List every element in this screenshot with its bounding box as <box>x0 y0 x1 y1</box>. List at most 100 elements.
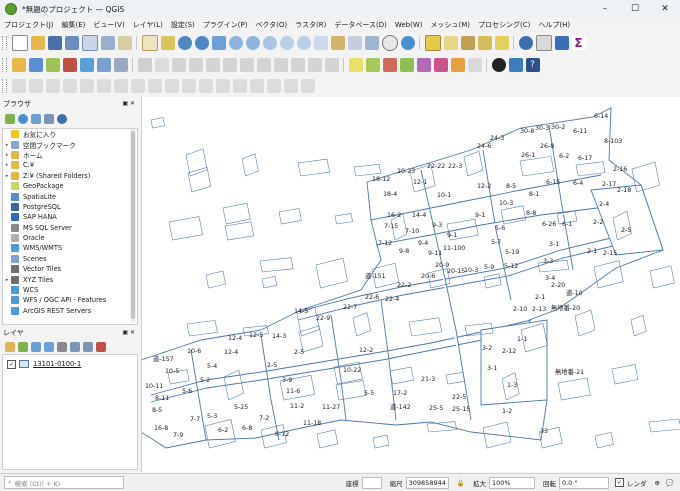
label-tool-icon[interactable] <box>348 58 363 72</box>
browser-item[interactable]: ▸ C:¥ <box>3 160 137 170</box>
label-show-hide-icon[interactable] <box>399 58 414 72</box>
add-feature-icon[interactable] <box>171 58 186 72</box>
move-feature-icon[interactable] <box>222 58 237 72</box>
info-icon[interactable] <box>56 114 67 124</box>
add-vector-icon[interactable] <box>45 58 60 72</box>
zoom-layer-icon[interactable] <box>245 36 260 50</box>
map-canvas[interactable]: 6-14 8-103 30-8 30-3 30-2 6-17 6-11 24-3 24-6 26-… <box>140 97 680 472</box>
zoom-selection-icon[interactable] <box>228 36 243 50</box>
menu-edit[interactable]: 編集(E) <box>58 20 90 30</box>
label-move-icon[interactable] <box>416 58 431 72</box>
zoom-next-icon[interactable] <box>296 36 311 50</box>
add-delimited-text-icon[interactable] <box>96 58 111 72</box>
diagram-tool-icon[interactable] <box>467 58 482 72</box>
browser-item[interactable]: MS SQL Server <box>3 223 137 233</box>
refresh-icon[interactable] <box>400 36 415 50</box>
zoom-full-icon[interactable] <box>211 36 226 50</box>
digitize-icon[interactable] <box>205 58 220 72</box>
new-3d-view-icon[interactable] <box>330 36 345 50</box>
merge-attributes-icon[interactable] <box>232 79 247 93</box>
bookmark-icon[interactable] <box>347 36 362 50</box>
select-by-value-icon[interactable] <box>443 36 458 50</box>
maximize-button[interactable]: ☐ <box>620 0 650 18</box>
paste-features-icon[interactable] <box>290 58 305 72</box>
browser-item[interactable]: ArcGIS REST Servers <box>3 306 137 316</box>
save-edits-icon[interactable] <box>154 58 169 72</box>
rotate-feature-icon[interactable] <box>28 79 43 93</box>
label-pin-icon[interactable] <box>365 58 380 72</box>
trim-extend-icon[interactable] <box>283 79 298 93</box>
browser-item[interactable]: ▸ XYZ Tiles <box>3 274 137 284</box>
label-highlight-icon[interactable] <box>382 58 397 72</box>
delete-part-icon[interactable] <box>130 79 145 93</box>
advanced-digitize-icon[interactable] <box>11 79 26 93</box>
browser-item[interactable]: Vector Tiles <box>3 264 137 274</box>
rotation-field[interactable]: 0.0 ° <box>558 476 609 489</box>
zoom-last-icon[interactable] <box>279 36 294 50</box>
expand-arrow-icon[interactable]: ▸ <box>3 142 11 148</box>
expand-all-icon[interactable] <box>69 342 80 352</box>
redo-icon[interactable] <box>324 58 339 72</box>
offset-symbols-icon[interactable] <box>266 79 281 93</box>
add-raster-icon[interactable] <box>62 58 77 72</box>
menu-help[interactable]: ヘルプ(H) <box>534 20 574 30</box>
map-parcels-svg[interactable]: 6-14 8-103 30-8 30-3 30-2 6-17 6-11 24-324-6 26-… <box>140 97 680 472</box>
reverse-line-icon[interactable] <box>300 79 315 93</box>
menu-database[interactable]: データベース(D) <box>330 20 391 30</box>
zoom-in-icon[interactable] <box>177 36 192 50</box>
split-parts-icon[interactable] <box>198 79 213 93</box>
merge-features-icon[interactable] <box>215 79 230 93</box>
collapse-all-icon[interactable] <box>82 342 93 352</box>
fill-ring-icon[interactable] <box>96 79 111 93</box>
cut-features-icon[interactable] <box>256 58 271 72</box>
temporal-controller-icon[interactable] <box>381 35 398 51</box>
browser-item[interactable]: お気に入り <box>3 129 137 139</box>
python-console-icon[interactable] <box>508 58 523 72</box>
scrollbar-thumb[interactable] <box>131 131 135 319</box>
collapse-all-icon[interactable] <box>43 114 54 124</box>
rotate-symbols-icon[interactable] <box>249 79 264 93</box>
minimize-button[interactable]: – <box>590 0 620 18</box>
save-as-icon[interactable] <box>64 36 79 50</box>
add-group-icon[interactable] <box>17 342 28 352</box>
layer-row[interactable]: ✓ 13101-0100-1 <box>3 358 137 370</box>
magnifier-field[interactable]: 100% <box>488 476 535 489</box>
add-ring-icon[interactable] <box>62 79 77 93</box>
toolbar-grip[interactable] <box>2 79 7 93</box>
browser-item[interactable]: PostgreSQL <box>3 202 137 212</box>
render-checkbox[interactable]: ✓ <box>614 478 624 487</box>
add-layer-icon[interactable] <box>113 58 128 72</box>
menu-mesh[interactable]: メッシュ(M) <box>427 20 475 30</box>
layer-visibility-checkbox[interactable]: ✓ <box>7 359 16 369</box>
browser-item[interactable]: WMS/WMTS <box>3 243 137 253</box>
gps-tracking-icon[interactable] <box>491 58 506 72</box>
toggle-editing-icon[interactable] <box>137 58 152 72</box>
toolbar-grip[interactable] <box>2 58 7 72</box>
menu-vector[interactable]: ベクタ(O) <box>251 20 291 30</box>
field-calculator-icon[interactable] <box>554 36 569 50</box>
menu-web[interactable]: Web(W) <box>391 21 427 29</box>
show-bookmarks-icon[interactable] <box>364 36 379 50</box>
layer-styling-icon[interactable] <box>4 342 15 352</box>
browser-item[interactable]: GeoPackage <box>3 181 137 191</box>
delete-ring-icon[interactable] <box>113 79 128 93</box>
new-print-layout-icon[interactable] <box>81 35 98 51</box>
crs-icon[interactable]: ⊕ <box>654 479 659 487</box>
browser-item[interactable]: ▸ Z:¥ (Shared Folders) <box>3 171 137 181</box>
menu-processing[interactable]: プロセシング(C) <box>474 20 534 30</box>
pan-to-selection-icon[interactable] <box>160 36 175 50</box>
zoom-native-icon[interactable] <box>262 36 277 50</box>
select-by-expression-icon[interactable] <box>460 36 475 50</box>
browser-item[interactable]: SpatiaLite <box>3 191 137 201</box>
menu-raster[interactable]: ラスタ(R) <box>291 20 330 30</box>
attribute-table-icon[interactable] <box>535 35 552 51</box>
new-geopackage-icon[interactable] <box>28 58 43 72</box>
browser-item[interactable]: WFS / OGC API - Features <box>3 295 137 305</box>
browser-item[interactable]: SAP HANA <box>3 212 137 222</box>
manage-map-themes-icon[interactable] <box>30 342 41 352</box>
help-icon[interactable]: ? <box>525 58 540 72</box>
menu-layer[interactable]: レイヤ(L) <box>129 20 167 30</box>
style-manager-icon[interactable] <box>117 36 132 50</box>
statistics-sigma-icon[interactable]: Σ <box>571 36 586 50</box>
deselect-icon[interactable] <box>477 36 492 50</box>
